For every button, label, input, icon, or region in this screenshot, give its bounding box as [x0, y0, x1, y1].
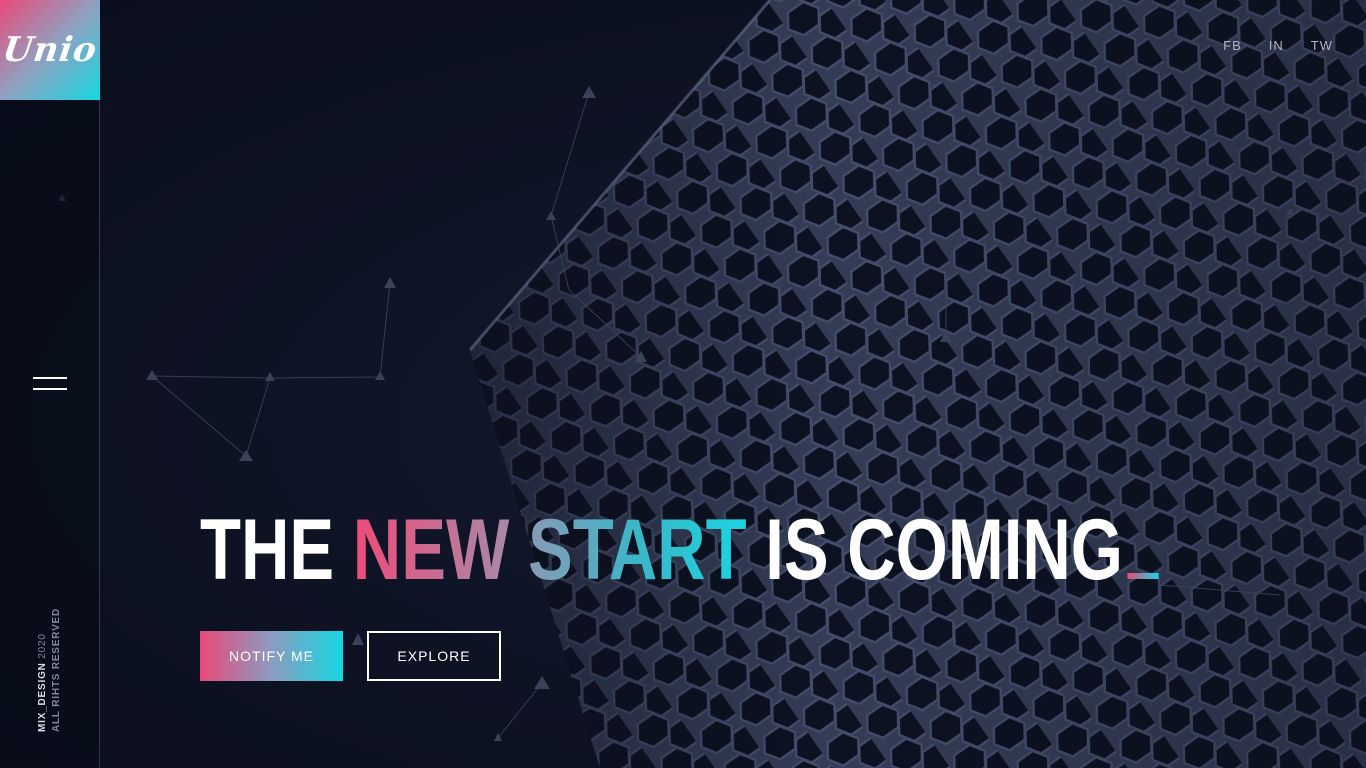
social-links: FB IN TW [1223, 38, 1333, 53]
explore-button[interactable]: EXPLORE [367, 631, 501, 681]
copyright-reserved: ALL RIHTS RESERVED [51, 607, 62, 732]
hamburger-menu-icon[interactable] [33, 377, 67, 393]
logo-text: Unio [0, 30, 100, 70]
headline-word-start: START [527, 502, 747, 598]
social-link-facebook[interactable]: FB [1223, 38, 1242, 53]
menu-line-top [33, 377, 67, 379]
headline-word-is-coming: IS COMING [765, 502, 1123, 598]
social-link-twitter[interactable]: TW [1311, 38, 1333, 53]
menu-line-bottom [33, 388, 67, 390]
left-sidebar: Unio MIX_DESIGN 2020 ALL RIHTS RESERVED [0, 0, 100, 768]
hero-headline: THE NEW START IS COMING [200, 498, 1159, 602]
copyright-notice: MIX_DESIGN 2020 ALL RIHTS RESERVED [36, 608, 64, 732]
notify-me-button[interactable]: NOTIFY ME [200, 631, 343, 681]
social-link-linkedin[interactable]: IN [1269, 38, 1284, 53]
copyright-year: 2020 [37, 633, 48, 659]
headline-word-new: NEW [352, 502, 510, 598]
headline-word-the: THE [200, 502, 335, 598]
landing-page: Unio MIX_DESIGN 2020 ALL RIHTS RESERVED … [0, 0, 1366, 768]
copyright-brand: MIX_DESIGN [37, 662, 48, 732]
headline-cursor [1127, 573, 1159, 579]
logo[interactable]: Unio [0, 0, 100, 100]
